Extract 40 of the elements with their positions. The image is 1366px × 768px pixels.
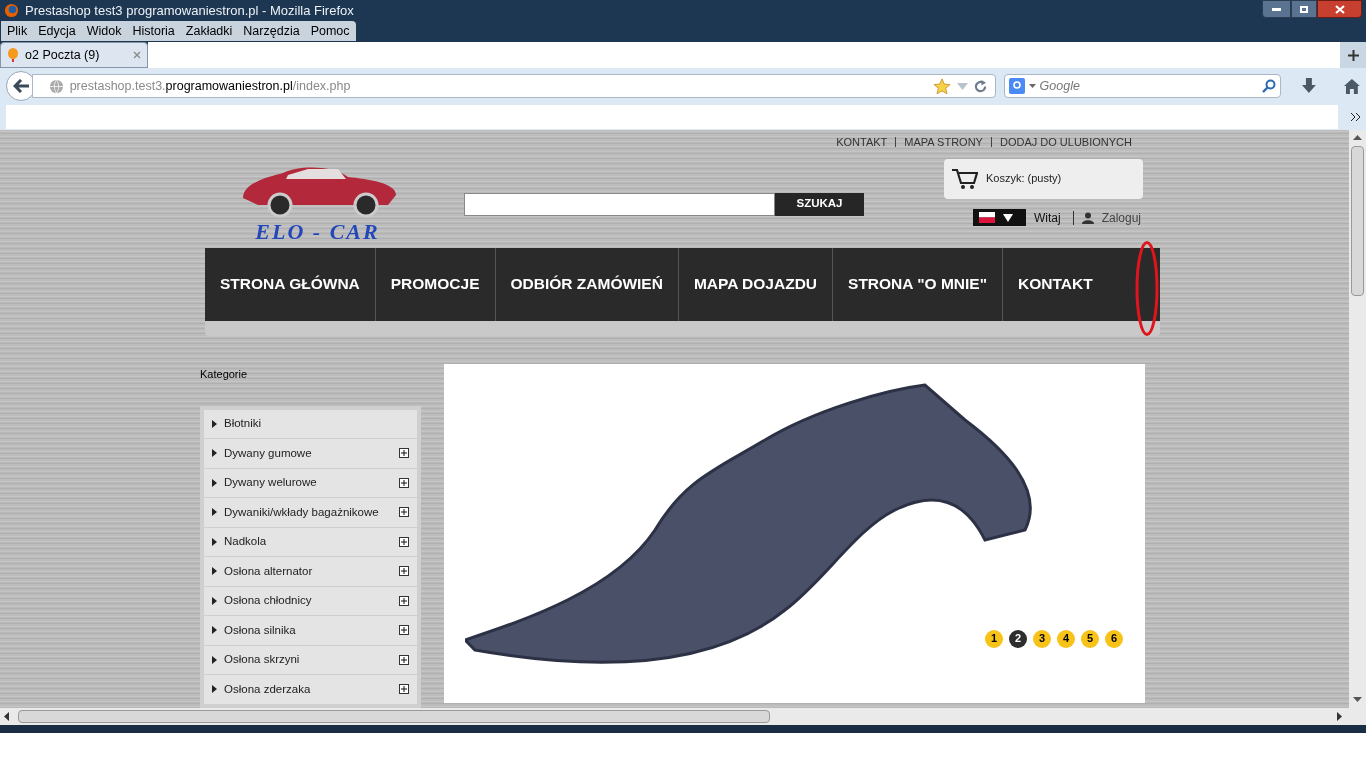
category-item[interactable]: Nadkola: [204, 527, 417, 556]
window-title: Prestashop test3 programowaniestron.pl - Mozilla Firefox: [25, 1, 354, 20]
top-link[interactable]: DODAJ DO ULUBIONYCH: [999, 134, 1132, 151]
top-link[interactable]: MAPA STRONY: [904, 134, 983, 151]
category-item[interactable]: Osłona chłodnicy: [204, 586, 417, 615]
search-input[interactable]: Google: [1039, 76, 1259, 96]
cart-text: Koszyk: (pusty): [986, 171, 1062, 187]
greeting-text: Witaj: [1033, 209, 1061, 227]
browser-tab[interactable]: o2 Poczta (9): [0, 42, 148, 68]
tab-title: o2 Poczta (9): [25, 46, 101, 64]
menu-item[interactable]: Historia: [132, 21, 175, 41]
login-link[interactable]: Zaloguj: [1101, 208, 1141, 227]
search-button[interactable]: SZUKAJ: [775, 192, 864, 216]
menu-tab[interactable]: PROMOCJE: [375, 247, 496, 321]
category-item[interactable]: Błotniki: [204, 409, 417, 438]
menu-tab[interactable]: STRONA GŁÓWNA: [205, 247, 376, 321]
category-item[interactable]: Osłona zderzaka: [204, 675, 417, 704]
top-link[interactable]: KONTAKT: [836, 134, 888, 151]
menu-item[interactable]: Narzędzia: [243, 21, 300, 41]
logo-text: ELO - CAR: [255, 220, 380, 243]
category-item[interactable]: Dywaniki/wkłady bagażnikowe: [204, 498, 417, 527]
cart-box[interactable]: Koszyk: (pusty): [944, 158, 1143, 199]
category-item[interactable]: Dywany welurowe: [204, 468, 417, 497]
url-text: prestashop.test3.programowaniestron.pl/index.php: [69, 77, 352, 95]
menu-item[interactable]: Edycja: [38, 21, 76, 41]
address-field[interactable]: prestashop.test3.programowaniestron.pl/index.php: [31, 74, 996, 98]
menu-tab[interactable]: KONTAKT: [1003, 247, 1108, 321]
menu-tab[interactable]: MAPA DOJAZDU: [678, 247, 834, 321]
category-item[interactable]: Osłona alternator: [204, 557, 417, 586]
search-field[interactable]: Google: [1003, 74, 1282, 98]
menu-item[interactable]: Widok: [86, 21, 122, 41]
category-item[interactable]: Osłona skrzyni: [204, 645, 417, 674]
menu-item[interactable]: Zakładki: [185, 21, 233, 41]
menu-item[interactable]: Pomoc: [310, 21, 350, 41]
category-item[interactable]: Osłona silnika: [204, 616, 417, 645]
menu-item[interactable]: Plik: [7, 21, 28, 41]
category-item[interactable]: Dywany gumowe: [204, 439, 417, 468]
menu-tab[interactable]: ODBIÓR ZAMÓWIEŃ: [495, 247, 679, 321]
sidebar-title: Kategorie: [200, 366, 249, 382]
menu-tab[interactable]: STRONA "O MNIE": [833, 247, 1004, 321]
